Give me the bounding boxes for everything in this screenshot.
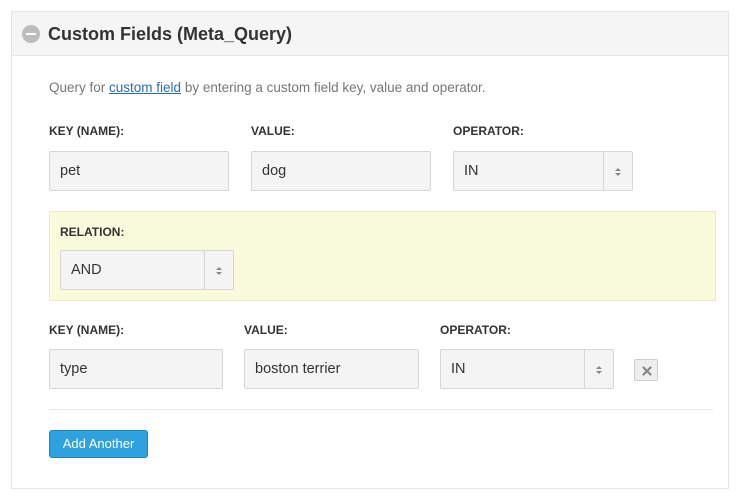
divider: [49, 409, 713, 410]
operator-select-value: IN: [451, 361, 466, 377]
operator-select-value: IN: [464, 163, 479, 179]
intro-suffix: by entering a custom field key, value an…: [181, 80, 486, 95]
key-input[interactable]: type: [49, 349, 223, 389]
intro-prefix: Query for: [49, 80, 110, 95]
select-divider: [603, 152, 604, 190]
operator-label: OPERATOR:: [453, 124, 524, 138]
close-icon: [642, 366, 652, 376]
minus-circle-icon[interactable]: [22, 25, 40, 43]
sort-arrows-icon: [216, 267, 222, 275]
operator-select[interactable]: IN: [440, 349, 614, 389]
value-label: VALUE:: [244, 323, 288, 337]
panel-header[interactable]: Custom Fields (Meta_Query): [12, 12, 728, 56]
intro-text: Query for custom field by entering a cus…: [49, 80, 486, 95]
value-input[interactable]: boston terrier: [244, 349, 419, 389]
value-input[interactable]: dog: [251, 151, 431, 191]
custom-field-link[interactable]: custom field: [109, 80, 181, 95]
remove-row-button[interactable]: [634, 359, 658, 381]
relation-box: RELATION: AND: [49, 211, 716, 301]
select-divider: [584, 350, 585, 388]
add-another-button[interactable]: Add Another: [49, 430, 148, 458]
panel-title: Custom Fields (Meta_Query): [48, 24, 293, 44]
custom-fields-panel: Custom Fields (Meta_Query) Query for cus…: [11, 11, 729, 489]
key-input[interactable]: pet: [49, 151, 229, 191]
select-divider: [204, 251, 205, 289]
relation-label: RELATION:: [60, 225, 125, 239]
key-label: KEY (NAME):: [49, 323, 125, 337]
relation-select-value: AND: [71, 262, 102, 278]
operator-select[interactable]: IN: [453, 151, 633, 191]
operator-label: OPERATOR:: [440, 323, 511, 337]
sort-arrows-icon: [615, 168, 621, 176]
relation-select[interactable]: AND: [60, 250, 234, 290]
value-label: VALUE:: [251, 124, 295, 138]
key-label: KEY (NAME):: [49, 124, 125, 138]
sort-arrows-icon: [596, 366, 602, 374]
